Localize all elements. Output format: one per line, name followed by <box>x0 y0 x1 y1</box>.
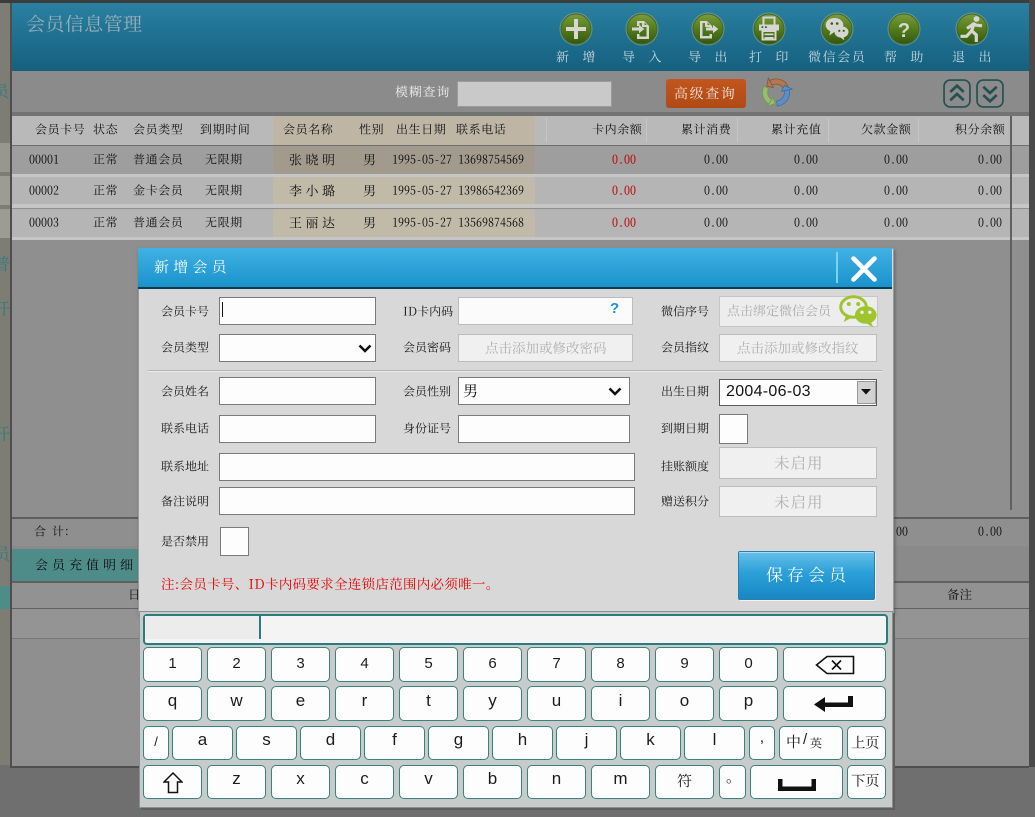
svg-text:?: ? <box>897 20 909 42</box>
